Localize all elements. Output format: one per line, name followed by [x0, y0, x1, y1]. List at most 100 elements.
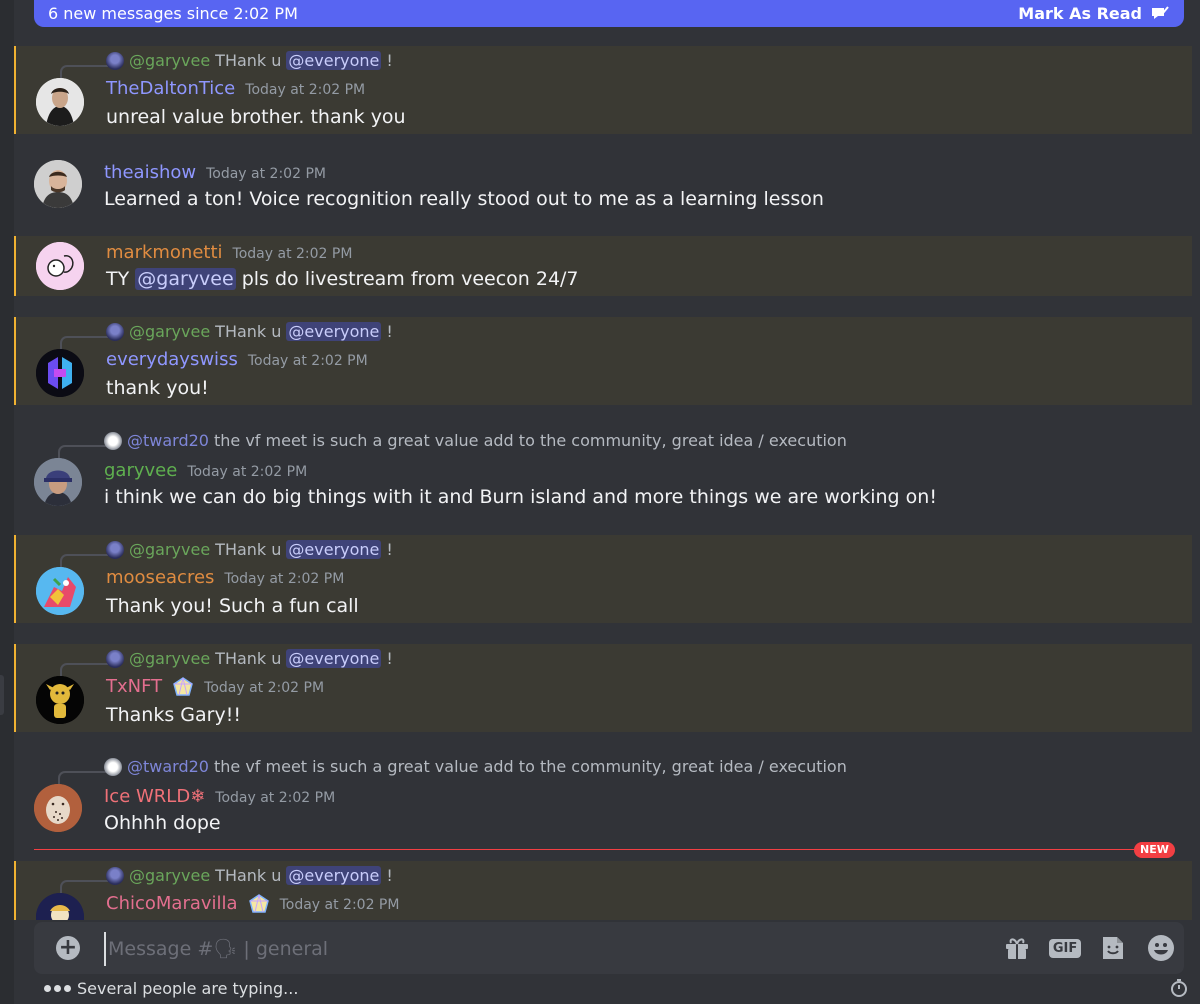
avatar-image	[36, 567, 84, 615]
avatar-image	[36, 242, 84, 290]
mark-as-read-button[interactable]: Mark As Read	[1018, 4, 1170, 23]
reply-mention[interactable]: @everyone	[286, 649, 382, 668]
avatar[interactable]	[36, 349, 84, 397]
avatar[interactable]	[34, 784, 82, 832]
reply-text: THank u	[215, 322, 282, 341]
attach-plus-button[interactable]: +	[56, 936, 80, 960]
avatar[interactable]	[34, 458, 82, 506]
message[interactable]: @garyvee THank u @everyone ! TxNFT Today…	[14, 644, 1192, 732]
avatar[interactable]	[36, 567, 84, 615]
timestamp: Today at 2:02 PM	[224, 571, 345, 587]
message[interactable]: @garyvee THank u @everyone ! mooseacres …	[14, 535, 1192, 623]
scroll-notch	[0, 675, 4, 715]
message[interactable]: theaishow Today at 2:02 PM Learned a ton…	[14, 142, 1192, 222]
message-header: mooseacres Today at 2:02 PM	[106, 567, 344, 588]
content-text: pls do livestream from veecon 24/7	[241, 268, 579, 290]
reply-preview[interactable]: @garyvee THank u @everyone !	[106, 649, 393, 668]
avatar[interactable]	[34, 160, 82, 208]
typing-dots-icon	[44, 985, 71, 992]
content-text: TY	[106, 268, 130, 290]
slowmode-timer-icon[interactable]	[1170, 979, 1188, 997]
message-input[interactable]	[104, 932, 960, 966]
author-name[interactable]: mooseacres	[106, 567, 214, 588]
message-content: thank you!	[106, 377, 209, 399]
timestamp: Today at 2:02 PM	[245, 82, 366, 98]
reply-text: the vf meet is such a great value add to…	[213, 431, 847, 450]
gif-button[interactable]: GIF	[1048, 934, 1082, 962]
reply-preview[interactable]: @tward20 the vf meet is such a great val…	[104, 431, 847, 450]
avatar[interactable]	[36, 78, 84, 126]
timestamp: Today at 2:02 PM	[204, 680, 325, 696]
message[interactable]: markmonetti Today at 2:02 PM TY @garyvee…	[14, 236, 1192, 296]
message-content: Thank you! Such a fun call	[106, 595, 359, 617]
reply-text: THank u	[215, 649, 282, 668]
author-name[interactable]: Ice WRLD❄	[104, 786, 205, 807]
reply-avatar	[104, 757, 122, 776]
reply-preview[interactable]: @garyvee THank u @everyone !	[106, 51, 393, 70]
author-name[interactable]: ChicoMaravilla	[106, 893, 238, 914]
typing-text: Several people are typing...	[77, 979, 299, 998]
avatar[interactable]	[36, 676, 84, 724]
reply-username[interactable]: @garyvee	[129, 51, 210, 70]
author-name[interactable]: garyvee	[104, 460, 177, 481]
gif-icon: GIF	[1048, 938, 1082, 958]
message-content: Thanks Gary!!	[106, 704, 241, 726]
gift-button[interactable]	[1002, 934, 1032, 962]
message-header: garyvee Today at 2:02 PM	[104, 460, 307, 481]
reply-mention[interactable]: @everyone	[286, 322, 382, 341]
message[interactable]: @garyvee THank u @everyone ! TheDaltonTi…	[14, 46, 1192, 134]
reply-username[interactable]: @garyvee	[129, 540, 210, 559]
reply-text: THank u	[215, 866, 282, 885]
reply-username[interactable]: @garyvee	[129, 649, 210, 668]
avatar-image	[34, 160, 82, 208]
avatar[interactable]	[36, 242, 84, 290]
emoji-button[interactable]	[1146, 934, 1176, 962]
reply-tail: !	[386, 322, 393, 341]
reply-preview[interactable]: @garyvee THank u @everyone !	[106, 540, 393, 559]
new-messages-divider	[34, 849, 1174, 850]
reply-tail: !	[386, 51, 393, 70]
message[interactable]: @tward20 the vf meet is such a great val…	[14, 426, 1192, 516]
message-header: ChicoMaravilla Today at 2:02 PM	[106, 893, 399, 914]
message[interactable]: @garyvee THank u @everyone ! everydayswi…	[14, 317, 1192, 405]
reply-mention[interactable]: @everyone	[286, 540, 382, 559]
sticker-icon	[1103, 937, 1123, 959]
timestamp: Today at 2:02 PM	[247, 353, 368, 369]
reply-avatar	[106, 540, 124, 559]
author-name[interactable]: TheDaltonTice	[106, 78, 235, 99]
reply-tail: !	[386, 540, 393, 559]
emoji-icon	[1148, 935, 1174, 961]
new-messages-banner[interactable]: 6 new messages since 2:02 PM Mark As Rea…	[34, 0, 1184, 27]
reply-avatar	[106, 866, 124, 885]
timestamp: Today at 2:02 PM	[187, 464, 308, 480]
reply-avatar	[106, 51, 124, 70]
sticker-button[interactable]	[1098, 934, 1128, 962]
message-header: TxNFT Today at 2:02 PM	[106, 676, 324, 697]
reply-preview[interactable]: @garyvee THank u @everyone !	[106, 866, 393, 885]
content-mention[interactable]: @garyvee	[135, 268, 236, 290]
reply-preview[interactable]: @tward20 the vf meet is such a great val…	[104, 757, 847, 776]
reply-mention[interactable]: @everyone	[286, 51, 382, 70]
author-name[interactable]: markmonetti	[106, 242, 223, 263]
reply-tail: !	[386, 866, 393, 885]
reply-mention[interactable]: @everyone	[286, 866, 382, 885]
avatar-image	[34, 458, 82, 506]
reply-preview[interactable]: @garyvee THank u @everyone !	[106, 322, 393, 341]
reply-username[interactable]: @garyvee	[129, 322, 210, 341]
reply-username[interactable]: @tward20	[127, 431, 209, 450]
reply-avatar	[104, 431, 122, 450]
message[interactable]: @tward20 the vf meet is such a great val…	[14, 752, 1192, 842]
author-name[interactable]: theaishow	[104, 162, 196, 183]
message-content: Ohhhh dope	[104, 812, 221, 834]
author-name[interactable]: everydayswiss	[106, 349, 238, 370]
mark-as-read-label: Mark As Read	[1018, 4, 1142, 23]
typing-indicator: Several people are typing...	[44, 979, 298, 998]
timestamp: Today at 2:02 PM	[279, 897, 400, 913]
reply-username[interactable]: @garyvee	[129, 866, 210, 885]
message[interactable]: @garyvee THank u @everyone ! ChicoMaravi…	[14, 861, 1192, 941]
reply-avatar	[106, 322, 124, 341]
reply-text: THank u	[215, 540, 282, 559]
reply-username[interactable]: @tward20	[127, 757, 209, 776]
author-name[interactable]: TxNFT	[106, 676, 162, 697]
message-content: unreal value brother. thank you	[106, 106, 406, 128]
